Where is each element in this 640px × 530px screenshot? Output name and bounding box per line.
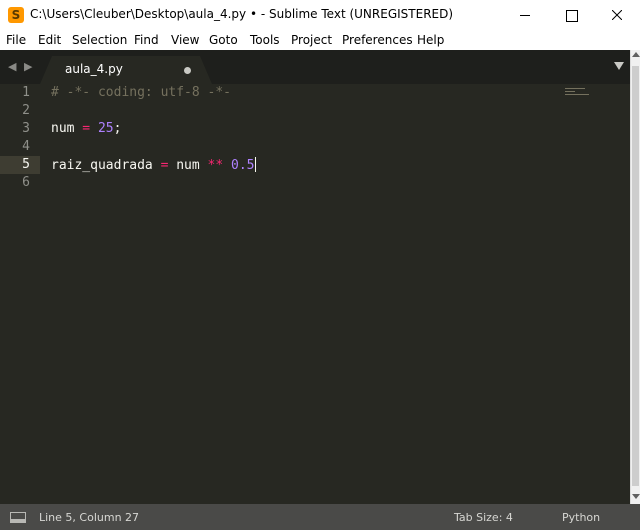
sublime-text-icon: S <box>8 7 24 23</box>
identifier-token: num <box>51 121 75 136</box>
code-line-1: # -*- coding: utf-8 -*- <box>51 85 231 100</box>
code-line-3: num = 25; <box>51 121 121 136</box>
tab-bar: ◀ ▶ aula_4.py <box>0 50 640 84</box>
number-token: 25 <box>97 121 114 136</box>
cursor-position: Line 5, Column 27 <box>39 511 140 524</box>
scroll-up-arrow-icon[interactable] <box>632 52 640 57</box>
tab-aula-4-py[interactable]: aula_4.py <box>40 56 212 84</box>
menu-view[interactable]: View <box>171 33 199 47</box>
menu-project[interactable]: Project <box>291 33 332 47</box>
line-number: 1 <box>22 85 30 100</box>
operator-token: = <box>74 121 98 136</box>
scroll-down-arrow-icon[interactable] <box>632 494 640 499</box>
vertical-scrollbar[interactable] <box>630 50 640 504</box>
code-editor[interactable]: 1 2 3 4 5 6 # -*- coding: utf-8 -*- num … <box>0 84 630 504</box>
scrollbar-thumb[interactable] <box>632 66 639 486</box>
menu-file[interactable]: File <box>6 33 26 47</box>
window-title: C:\Users\Cleuber\Desktop\aula_4.py • - S… <box>30 7 454 21</box>
menu-find[interactable]: Find <box>134 33 159 47</box>
menu-selection[interactable]: Selection <box>72 33 127 47</box>
menu-bar: File Edit Selection Find View Goto Tools… <box>0 30 640 50</box>
close-icon <box>612 10 622 20</box>
code-line-5: raiz_quadrada = num ** 0.5 <box>51 157 256 173</box>
menu-preferences[interactable]: Preferences <box>342 33 413 47</box>
panel-toggle-icon[interactable] <box>10 512 26 523</box>
menu-edit[interactable]: Edit <box>38 33 61 47</box>
close-button[interactable] <box>594 0 640 30</box>
line-number: 6 <box>22 175 30 190</box>
comment-token: # -*- coding: utf-8 -*- <box>51 85 232 100</box>
app-icon-letter: S <box>11 8 21 22</box>
text-cursor <box>254 157 256 172</box>
line-number: 4 <box>22 139 30 154</box>
line-number-active: 5 <box>22 157 30 172</box>
line-number: 2 <box>22 103 30 118</box>
line-number-gutter: 1 2 3 4 5 6 <box>0 84 40 504</box>
menu-goto[interactable]: Goto <box>209 33 238 47</box>
number-token: 0.5 <box>231 158 255 173</box>
punctuation-token: ; <box>113 121 122 136</box>
maximize-button[interactable] <box>548 0 594 30</box>
minimize-button[interactable] <box>502 0 548 30</box>
tab-list-dropdown-icon[interactable] <box>614 62 624 70</box>
syntax-selector[interactable]: Python <box>562 511 600 524</box>
unsaved-dot-icon[interactable] <box>184 67 191 74</box>
minimap[interactable] <box>565 88 593 98</box>
operator-token: ** <box>199 158 232 173</box>
line-number: 3 <box>22 121 30 136</box>
identifier-token: raiz_quadrada <box>51 158 153 173</box>
menu-tools[interactable]: Tools <box>250 33 280 47</box>
operator-token: = <box>152 158 177 173</box>
tab-size-selector[interactable]: Tab Size: 4 <box>454 511 513 524</box>
tab-label: aula_4.py <box>65 62 123 76</box>
menu-help[interactable]: Help <box>417 33 444 47</box>
status-bar: Line 5, Column 27 Tab Size: 4 Python <box>0 504 640 530</box>
title-bar: S C:\Users\Cleuber\Desktop\aula_4.py • -… <box>0 0 640 30</box>
tab-nav-arrows[interactable]: ◀ ▶ <box>8 60 34 73</box>
identifier-token: num <box>176 158 200 173</box>
